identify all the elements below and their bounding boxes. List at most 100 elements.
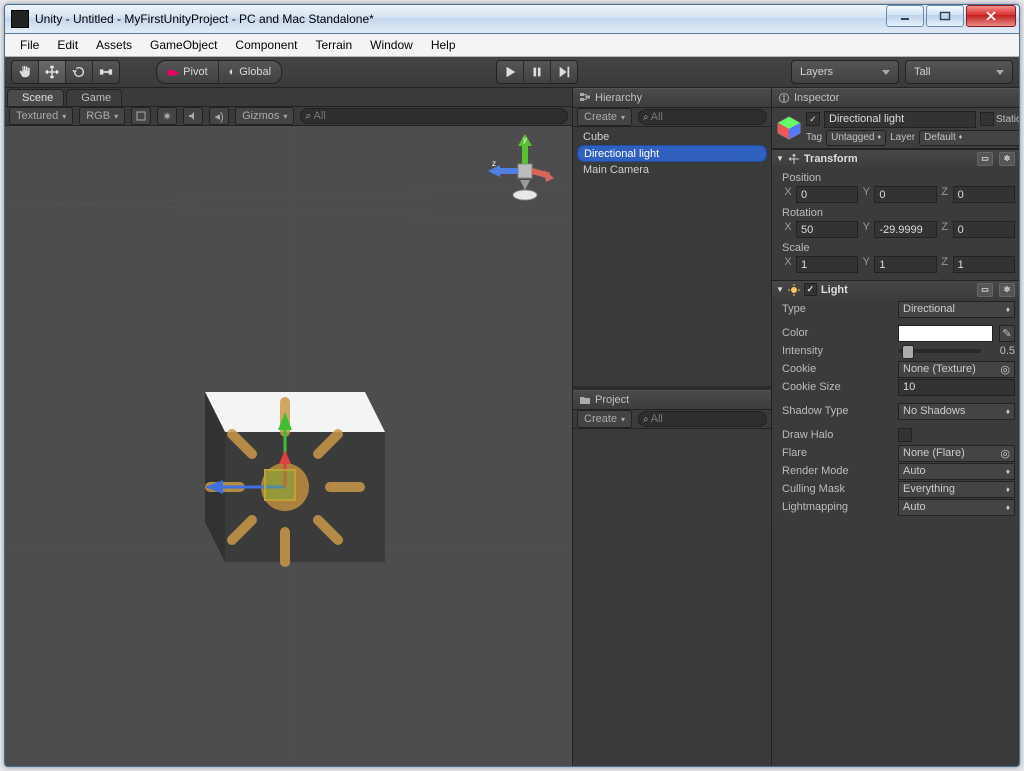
scene-viewport[interactable]: y z — [5, 126, 572, 766]
fx-toggle[interactable]: ◂) — [209, 107, 229, 125]
rotation-z[interactable] — [953, 221, 1015, 238]
light-halo-label: Draw Halo — [782, 429, 894, 441]
position-label: Position — [782, 169, 1015, 186]
scene-search[interactable]: ⌕All — [300, 108, 568, 124]
light-cookie-size-field[interactable] — [898, 379, 1015, 396]
light-enabled-checkbox[interactable]: ✓ — [804, 283, 817, 296]
object-active-checkbox[interactable]: ✓ — [806, 112, 820, 126]
object-name-field[interactable] — [824, 111, 976, 128]
window-title: Unity - Untitled - MyFirstUnityProject -… — [35, 12, 884, 26]
move-tool-button[interactable] — [39, 61, 66, 83]
static-checkbox[interactable] — [980, 112, 994, 126]
light-type-label: Type — [782, 303, 894, 315]
light-type-dropdown[interactable]: Directional♦ — [898, 301, 1015, 318]
gizmos-dropdown[interactable]: Gizmos▾ — [235, 107, 294, 125]
inspector-panel-title[interactable]: Inspector — [772, 88, 1019, 108]
light-header[interactable]: ▼ ✓ Light ▭ ✲ — [772, 281, 1019, 298]
hierarchy-create-dropdown[interactable]: Create▾ — [577, 108, 632, 126]
transform-settings-icon[interactable]: ✲ — [999, 152, 1015, 166]
hierarchy-item-directional-light[interactable]: Directional light — [577, 145, 767, 162]
light-flare-label: Flare — [782, 447, 894, 459]
menu-assets[interactable]: Assets — [87, 35, 141, 55]
transform-header[interactable]: ▼ Transform ▭ ✲ — [772, 150, 1019, 167]
app-window: Unity - Untitled - MyFirstUnityProject -… — [4, 4, 1020, 767]
light-cookie-field[interactable]: None (Texture)◎ — [898, 361, 1015, 378]
layer-dropdown[interactable]: Default♦ — [919, 130, 1019, 146]
scale-y[interactable] — [874, 256, 936, 273]
project-create-dropdown[interactable]: Create▾ — [577, 410, 632, 428]
pause-button[interactable] — [524, 61, 551, 83]
scale-x[interactable] — [796, 256, 858, 273]
position-y[interactable] — [874, 186, 936, 203]
hierarchy-search[interactable]: ⌕All — [638, 109, 767, 125]
static-label: Static — [996, 114, 1019, 125]
close-button[interactable] — [966, 5, 1016, 27]
main-toolbar: ■▸Pivot ◐Global Layers Tall — [5, 57, 1019, 88]
project-search[interactable]: ⌕All — [638, 411, 767, 427]
layers-dropdown[interactable]: Layers — [791, 60, 899, 84]
scene-column: Scene Game Textured▾ RGB▾ ✷ ◂) Gizmos▾ ⌕… — [5, 88, 573, 766]
eyedropper-icon[interactable]: ✎ — [999, 325, 1015, 342]
hierarchy-panel-title[interactable]: Hierarchy — [573, 88, 771, 108]
scene-object-cube — [185, 342, 405, 572]
maximize-button[interactable] — [926, 5, 964, 27]
scale-z[interactable] — [953, 256, 1015, 273]
minimize-button[interactable] — [886, 5, 924, 27]
menu-gameobject[interactable]: GameObject — [141, 35, 226, 55]
light-rendermode-label: Render Mode — [782, 465, 894, 477]
position-x[interactable] — [796, 186, 858, 203]
position-z[interactable] — [953, 186, 1015, 203]
menu-help[interactable]: Help — [422, 35, 465, 55]
light-settings-icon[interactable]: ✲ — [999, 283, 1015, 297]
audio-toggle[interactable] — [183, 107, 203, 125]
light-help-icon[interactable]: ▭ — [977, 283, 993, 297]
rotation-y[interactable] — [874, 221, 936, 238]
object-type-icon — [776, 114, 802, 142]
light-flare-field[interactable]: None (Flare)◎ — [898, 445, 1015, 462]
light-shadow-dropdown[interactable]: No Shadows♦ — [898, 403, 1015, 420]
menu-edit[interactable]: Edit — [48, 35, 87, 55]
menu-terrain[interactable]: Terrain — [306, 35, 361, 55]
scene-toolbar: Textured▾ RGB▾ ✷ ◂) Gizmos▾ ⌕All — [5, 107, 572, 126]
transform-icon — [788, 153, 800, 165]
light-rendermode-dropdown[interactable]: Auto♦ — [898, 463, 1015, 480]
inspector-icon — [778, 92, 790, 104]
hand-tool-button[interactable] — [12, 61, 39, 83]
light-culling-dropdown[interactable]: Everything♦ — [898, 481, 1015, 498]
tag-label: Tag — [806, 132, 822, 143]
rotation-x[interactable] — [796, 221, 858, 238]
render-mode-dropdown[interactable]: RGB▾ — [79, 107, 125, 125]
global-button[interactable]: ◐Global — [219, 61, 281, 83]
light-lightmapping-dropdown[interactable]: Auto♦ — [898, 499, 1015, 516]
menu-file[interactable]: File — [11, 35, 48, 55]
rotate-tool-button[interactable] — [66, 61, 93, 83]
light-cookie-size-label: Cookie Size — [782, 381, 894, 393]
light-intensity-slider[interactable] — [898, 349, 981, 353]
light-culling-label: Culling Mask — [782, 483, 894, 495]
hierarchy-list: Cube Directional light Main Camera — [573, 127, 771, 386]
light-color-field[interactable] — [898, 325, 993, 342]
light-halo-checkbox[interactable] — [898, 428, 912, 442]
2d-toggle[interactable] — [131, 107, 151, 125]
layout-dropdown[interactable]: Tall — [905, 60, 1013, 84]
step-button[interactable] — [551, 61, 577, 83]
pivot-button[interactable]: ■▸Pivot — [157, 61, 219, 83]
tab-scene[interactable]: Scene — [7, 89, 64, 106]
project-panel-title[interactable]: Project — [573, 390, 771, 410]
tab-game[interactable]: Game — [66, 89, 122, 106]
scale-tool-button[interactable] — [93, 61, 119, 83]
menu-component[interactable]: Component — [226, 35, 306, 55]
tag-dropdown[interactable]: Untagged♦ — [826, 130, 886, 146]
light-component: ▼ ✓ Light ▭ ✲ Type Directional♦ — [772, 280, 1019, 522]
shade-mode-dropdown[interactable]: Textured▾ — [9, 107, 73, 125]
menu-window[interactable]: Window — [361, 35, 422, 55]
play-button[interactable] — [497, 61, 524, 83]
hierarchy-item-main-camera[interactable]: Main Camera — [573, 162, 771, 178]
hierarchy-icon — [579, 92, 591, 104]
lighting-toggle[interactable]: ✷ — [157, 107, 177, 125]
orientation-gizmo[interactable]: y z — [488, 132, 562, 206]
hierarchy-item-cube[interactable]: Cube — [573, 129, 771, 145]
transform-help-icon[interactable]: ▭ — [977, 152, 993, 166]
light-shadow-label: Shadow Type — [782, 405, 894, 417]
object-header: ✓ Static ▾ Tag Untagged♦ — [772, 108, 1019, 149]
